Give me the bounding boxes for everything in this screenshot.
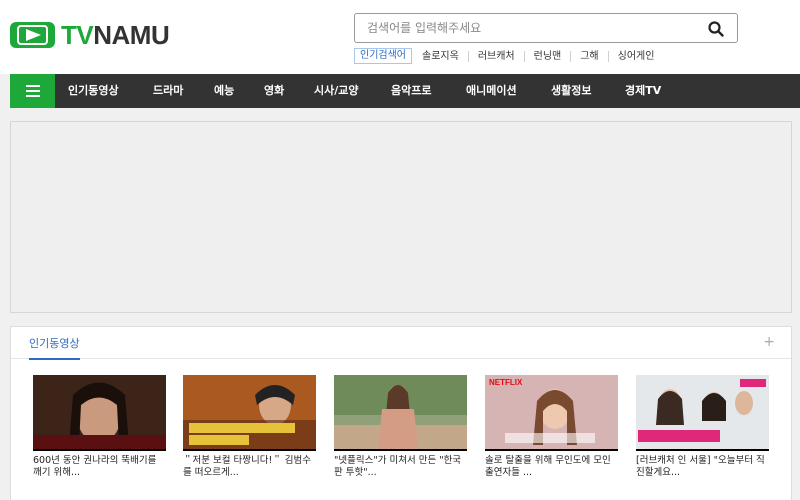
video-card[interactable]: ＂저분 보컬 타짱니다!＂ 김범수를 떠오르게... (183, 375, 316, 479)
video-thumbnail[interactable] (183, 375, 316, 451)
video-card[interactable]: "넷플릭스"가 미쳐서 만든 "한국판 투핫"... (334, 375, 467, 479)
logo-play-badge (10, 22, 55, 48)
video-caption[interactable]: [러브캐처 인 서울] "오늘부터 직진할게요... (636, 455, 769, 479)
logo-namu-text: NAMU (93, 20, 170, 50)
popular-videos-section: 인기동영상 + 600년 동안 권나라의 뚝배기를 깨기 위해... ＂저분 보… (10, 326, 792, 500)
hamburger-icon-bar (25, 95, 40, 97)
popular-keywords: 인기검색어 솔로지옥 러브캐처 런닝맨 그해 싱어게인 (354, 48, 663, 64)
hamburger-icon-bar (25, 85, 40, 87)
keyword-link[interactable]: 싱어게인 (607, 50, 664, 62)
video-thumbnail[interactable]: NETFLIX (485, 375, 618, 451)
nav-item-movie[interactable]: 영화 (264, 74, 284, 108)
site-header: TVNAMU 인기검색어 솔로지옥 러브캐처 런닝맨 그해 싱어게인 (0, 0, 800, 74)
nav-item-music[interactable]: 음악프로 (391, 74, 431, 108)
play-icon (17, 25, 48, 45)
site-logo[interactable]: TVNAMU (10, 20, 170, 50)
logo-text: TVNAMU (61, 20, 170, 50)
nav-item-drama[interactable]: 드라마 (153, 74, 183, 108)
search-icon (708, 21, 724, 37)
video-card[interactable]: 600년 동안 권나라의 뚝배기를 깨기 위해... (33, 375, 166, 479)
keyword-link[interactable]: 솔로지옥 (412, 51, 468, 62)
section-title-tab[interactable]: 인기동영상 (29, 335, 80, 360)
search-input[interactable] (355, 14, 695, 42)
hamburger-menu-button[interactable] (10, 74, 55, 108)
search-button[interactable] (707, 20, 725, 38)
video-caption[interactable]: ＂저분 보컬 타짱니다!＂ 김범수를 떠오르게... (183, 455, 316, 479)
nav-item-variety[interactable]: 예능 (214, 74, 234, 108)
nav-item-current-affairs[interactable]: 시사/교양 (314, 74, 359, 108)
video-caption[interactable]: "넷플릭스"가 미쳐서 만든 "한국판 투핫"... (334, 455, 467, 479)
keyword-link[interactable]: 러브캐처 (467, 50, 524, 62)
video-caption[interactable]: 솔로 탈출을 위해 무인도에 모인 출연자들 ... (485, 455, 618, 479)
search-bar (354, 13, 738, 43)
more-button[interactable]: + (763, 334, 775, 350)
popular-keywords-label: 인기검색어 (354, 48, 412, 64)
hamburger-icon-bar (25, 90, 40, 92)
video-caption[interactable]: 600년 동안 권나라의 뚝배기를 깨기 위해... (33, 455, 166, 479)
main-nav: 인기동영상 드라마 예능 영화 시사/교양 음악프로 애니메이션 생활정보 경제… (10, 74, 800, 108)
video-card[interactable]: [러브캐처 인 서울] "오늘부터 직진할게요... (636, 375, 769, 479)
ad-banner-placeholder (10, 121, 792, 313)
logo-tv-text: TV (61, 20, 94, 50)
nav-item-lifestyle[interactable]: 생활정보 (551, 74, 591, 108)
video-thumbnail[interactable] (334, 375, 467, 451)
nav-item-popular[interactable]: 인기동영상 (68, 74, 119, 108)
nav-item-animation[interactable]: 애니메이션 (466, 74, 517, 108)
svg-text:NETFLIX: NETFLIX (489, 378, 523, 387)
section-header: 인기동영상 + (11, 327, 791, 360)
keyword-link[interactable]: 그해 (570, 50, 607, 62)
video-thumbnail[interactable] (636, 375, 769, 451)
nav-item-economy-tv[interactable]: 경제TV (625, 74, 661, 108)
keyword-link[interactable]: 런닝맨 (523, 50, 571, 62)
video-card[interactable]: NETFLIX 솔로 탈출을 위해 무인도에 모인 출연자들 ... (485, 375, 618, 479)
video-thumbnail[interactable] (33, 375, 166, 451)
